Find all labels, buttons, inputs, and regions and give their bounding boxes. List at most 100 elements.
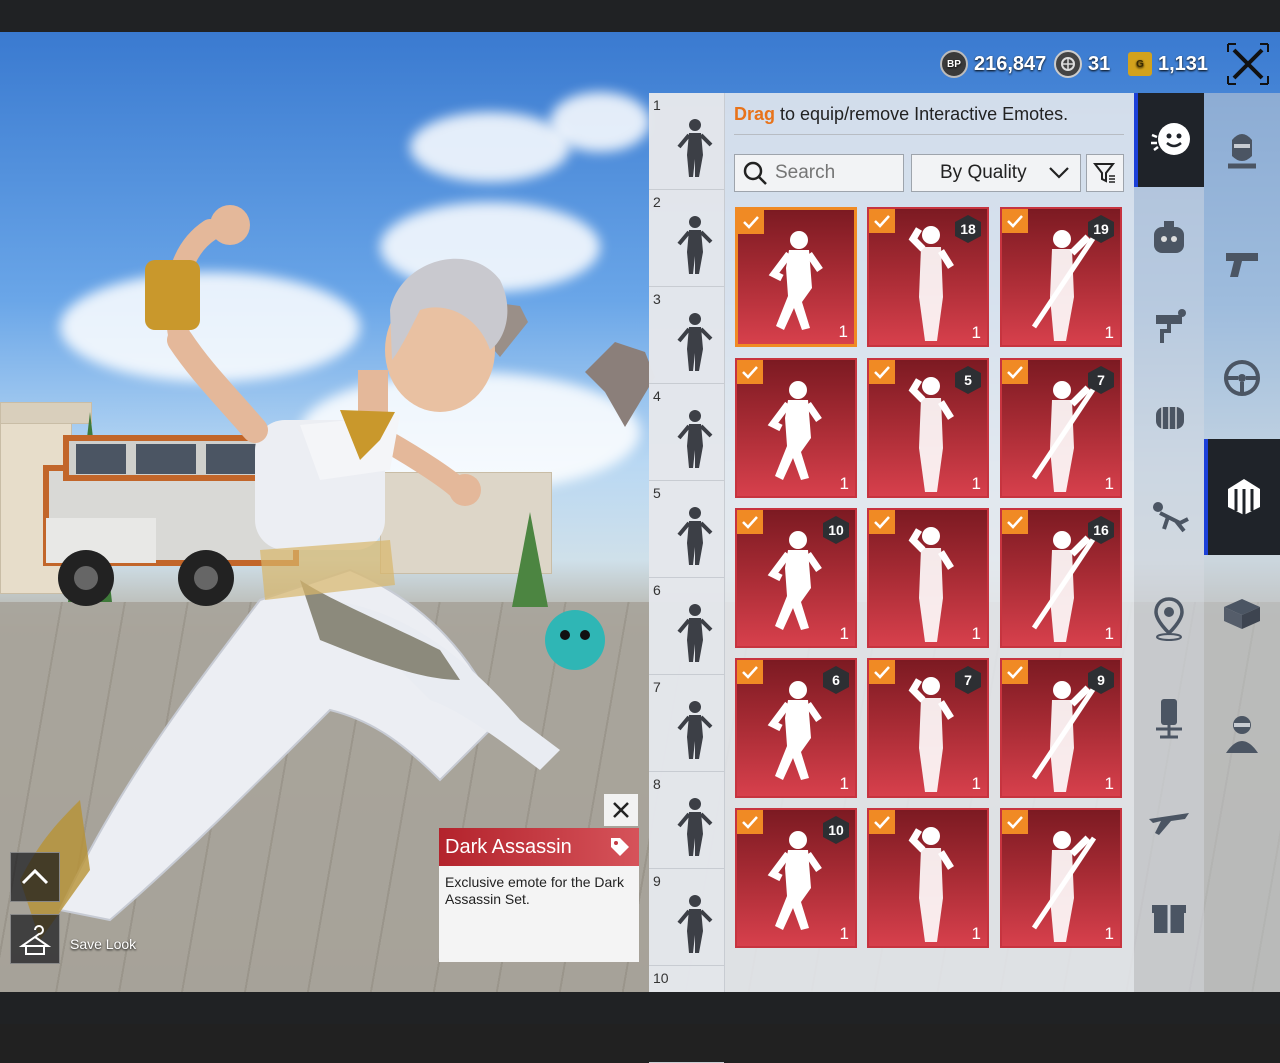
equipped-check-icon (1002, 510, 1028, 534)
tab-voice[interactable] (1134, 683, 1204, 753)
emote-quantity: 1 (839, 474, 849, 493)
gold-g-coin-icon: G (1128, 52, 1152, 76)
tab-active-category[interactable] (1204, 439, 1280, 555)
shield-stripes-icon (1228, 479, 1260, 515)
equipped-check-icon (869, 660, 895, 684)
emote-pose-icon (908, 827, 954, 942)
tab-punch[interactable] (1134, 383, 1204, 453)
hanger-icon (18, 925, 52, 955)
emote-card[interactable]: 51 (867, 358, 989, 498)
slot-number: 2 (653, 194, 661, 210)
emote-card[interactable]: 71 (867, 658, 989, 798)
tab-emotes[interactable] (1134, 93, 1204, 187)
emote-card[interactable]: 71 (1000, 358, 1122, 498)
gcoin-amount: 1,131 (1158, 52, 1209, 75)
tab-vehicle[interactable] (1204, 338, 1280, 418)
tab-parachute-pose[interactable] (1134, 483, 1204, 553)
paint-roller-icon (1156, 309, 1186, 343)
emote-card[interactable]: 19 1 (1000, 207, 1122, 347)
equipped-check-icon (869, 810, 895, 834)
emote-pose-icon (908, 527, 954, 642)
emote-quantity: 1 (1104, 624, 1114, 643)
emote-slot[interactable]: 2 (649, 190, 724, 287)
filter-button[interactable] (1086, 154, 1124, 192)
search-icon (743, 161, 767, 185)
fragment-amount: 31 (1088, 52, 1111, 75)
search-input[interactable] (769, 161, 897, 185)
tab-weapon[interactable] (1204, 223, 1280, 303)
emote-card[interactable]: 1 (735, 207, 857, 347)
emote-silhouette-icon (677, 410, 713, 468)
emote-quantity: 1 (1104, 474, 1114, 493)
emote-slot[interactable]: 1 (649, 93, 724, 190)
currency-bp: BP 216,847 (940, 50, 1046, 78)
hint-highlight: Drag (734, 104, 776, 124)
emote-quantity: 1 (839, 924, 849, 943)
emote-card[interactable]: 18 1 (867, 207, 989, 347)
emote-card[interactable]: 10 1 (735, 508, 857, 648)
tab-landing-marker[interactable] (1134, 583, 1204, 653)
tab-crate[interactable] (1134, 883, 1204, 953)
emote-quantity: 1 (971, 323, 981, 342)
slot-number: 5 (653, 485, 661, 501)
sort-dropdown[interactable]: By Quality (911, 154, 1081, 192)
emote-card[interactable]: 1 (867, 808, 989, 948)
slot-number: 3 (653, 291, 661, 307)
microphone-icon (1156, 699, 1182, 739)
tab-spray[interactable] (1134, 293, 1204, 363)
emote-slot[interactable]: 7 (649, 675, 724, 772)
emote-card[interactable]: 1 (1000, 808, 1122, 948)
equipped-check-icon (738, 210, 764, 234)
agent-icon (1226, 716, 1258, 753)
tab-plane[interactable] (1134, 783, 1204, 853)
emote-wheel-slots: 1 2 3 4 5 6 7 8 9 10 (649, 93, 725, 1063)
hint-text: to equip/remove Interactive Emotes. (775, 104, 1069, 124)
currency-gcoin: G 1,131 (1128, 50, 1208, 78)
item-tooltip: Dark Assassin Exclusive emote for the Da… (439, 828, 639, 962)
emote-slot[interactable]: 8 (649, 772, 724, 869)
tab-profile[interactable] (1204, 693, 1280, 773)
slot-number: 4 (653, 388, 661, 404)
save-look-button[interactable] (10, 914, 60, 964)
emote-slot[interactable]: 3 (649, 287, 724, 384)
equipped-check-icon (737, 510, 763, 534)
tooltip-title: Dark Assassin (445, 836, 572, 858)
tooltip-close-button[interactable] (604, 794, 638, 826)
emote-face-icon (1151, 123, 1190, 155)
emote-silhouette-icon (677, 798, 713, 856)
equipped-check-icon (737, 660, 763, 684)
emote-pose-icon (1031, 831, 1097, 942)
emote-quantity: 1 (1104, 924, 1114, 943)
equipped-check-icon (737, 360, 763, 384)
emote-quantity: 1 (838, 322, 848, 341)
emote-slot[interactable]: 4 (649, 384, 724, 481)
emote-card[interactable]: 10 1 (735, 808, 857, 948)
close-icon[interactable] (1226, 42, 1270, 86)
tab-companion[interactable] (1134, 203, 1204, 273)
equipped-check-icon (737, 810, 763, 834)
emote-slot[interactable]: 6 (649, 578, 724, 675)
slot-number: 9 (653, 873, 661, 889)
emote-card[interactable]: 91 (1000, 658, 1122, 798)
tab-backpack[interactable] (1204, 573, 1280, 653)
equipped-check-icon (1002, 209, 1028, 233)
emote-slot[interactable]: 5 (649, 481, 724, 578)
category-nav (1134, 93, 1204, 992)
search-box[interactable] (734, 154, 904, 192)
emote-slot[interactable]: 9 (649, 869, 724, 966)
save-look-label: Save Look (70, 936, 137, 952)
emote-card[interactable]: 1 (735, 358, 857, 498)
expand-up-button[interactable] (10, 852, 60, 902)
emote-card[interactable]: 1 (867, 508, 989, 648)
companion-icon (1154, 221, 1184, 253)
skydive-icon (1153, 502, 1189, 533)
tab-outfit[interactable] (1204, 108, 1280, 188)
emote-pose-icon (768, 231, 823, 330)
emote-card[interactable]: 16 1 (1000, 508, 1122, 648)
emote-pose-icon (767, 381, 822, 480)
emote-silhouette-icon (677, 895, 713, 953)
emote-card[interactable]: 61 (735, 658, 857, 798)
equipped-check-icon (869, 360, 895, 384)
gift-box-icon (1152, 905, 1186, 933)
filter-icon (1093, 163, 1116, 183)
